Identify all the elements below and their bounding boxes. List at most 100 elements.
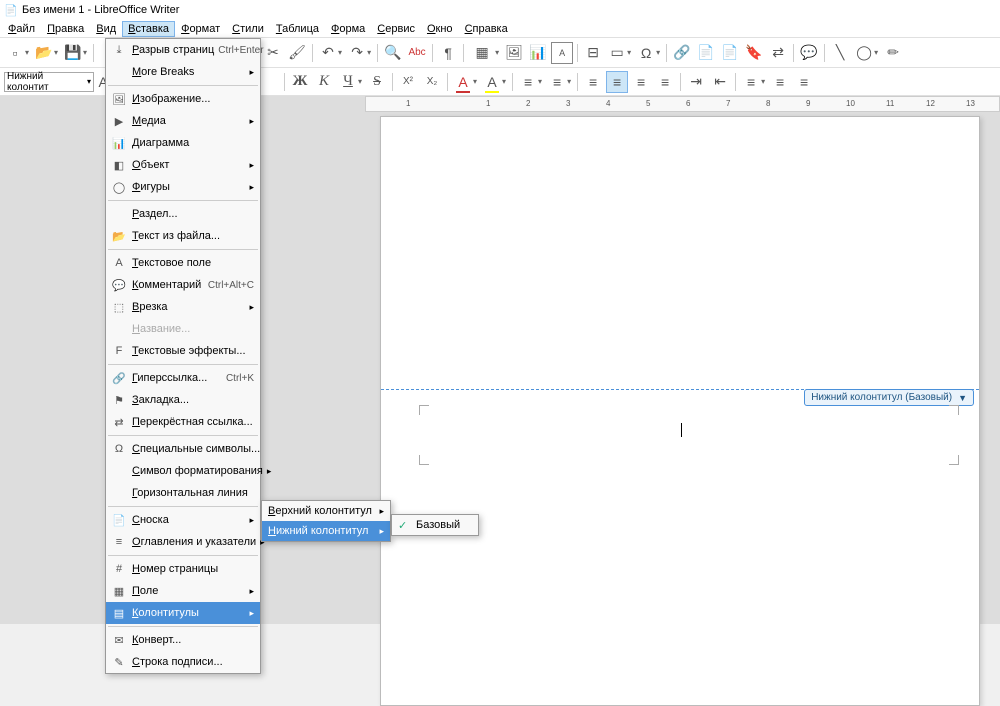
align-justify-button[interactable]: ≡ — [654, 71, 676, 93]
redo-button[interactable]: ↷ — [346, 42, 368, 64]
line-spacing-button[interactable]: ≡ — [740, 71, 762, 93]
document-page[interactable]: Нижний колонтитул (Базовый)▼ — [380, 116, 980, 706]
menu-item-конверт[interactable]: ✉Конверт... — [106, 629, 260, 651]
menu-item-сноска[interactable]: 📄Сноска▸ — [106, 509, 260, 531]
menu-форма[interactable]: Форма — [325, 21, 371, 37]
align-left-button[interactable]: ≡ — [582, 71, 604, 93]
menu-item-колонтитулы[interactable]: ▤Колонтитулы▸ — [106, 602, 260, 624]
menu-правка[interactable]: Правка — [41, 21, 90, 37]
menu-сервис[interactable]: Сервис — [371, 21, 421, 37]
strikethrough-button[interactable]: S — [366, 71, 388, 93]
menu-item-гиперссылка[interactable]: 🔗Гиперссылка...Ctrl+K — [106, 367, 260, 389]
menu-item-фигуры[interactable]: ◯Фигуры▸ — [106, 176, 260, 198]
para-spacing-dec-button[interactable]: ≡ — [793, 71, 815, 93]
menu-item-раздел[interactable]: Раздел... — [106, 203, 260, 225]
menu-item-label: Текст из файла... — [132, 230, 256, 242]
footer-margin-marker — [419, 455, 429, 465]
menu-item-morebreaks[interactable]: More Breaks▸ — [106, 61, 260, 83]
menu-item-символформатирования[interactable]: Символ форматирования▸ — [106, 460, 260, 482]
insert-hyperlink-button[interactable]: 🔗 — [671, 42, 693, 64]
text-cursor — [681, 423, 682, 437]
font-color-button[interactable]: A — [452, 71, 474, 93]
para-spacing-inc-button[interactable]: ≡ — [769, 71, 791, 93]
menu-item-разрывстраниц[interactable]: ⤓Разрыв страницCtrl+Enter — [106, 39, 260, 61]
menu-вставка[interactable]: Вставка — [122, 21, 175, 37]
menu-item-строкаподписи[interactable]: ✎Строка подписи... — [106, 651, 260, 673]
line-button[interactable]: ╲ — [829, 42, 851, 64]
paragraph-style-combo[interactable]: Нижний колонтит▾ — [4, 72, 94, 92]
menu-файл[interactable]: Файл — [2, 21, 41, 37]
menu-item-диаграмма[interactable]: 📊Диаграмма — [106, 132, 260, 154]
insert-crossref-button[interactable]: ⇄ — [767, 42, 789, 64]
format-paintbrush-button[interactable]: 🖌 — [286, 42, 308, 64]
spellcheck-button[interactable]: Abc — [406, 42, 428, 64]
insert-image-button[interactable]: 🖼 — [503, 42, 525, 64]
bullet-list-button[interactable]: ≡ — [517, 71, 539, 93]
menu-item-label: Фигуры — [132, 181, 245, 193]
underline-button[interactable]: Ч — [337, 71, 359, 93]
new-button[interactable]: ▫ — [4, 42, 26, 64]
menu-item-icon: ▶ — [110, 113, 128, 129]
insert-endnote-button[interactable]: 📄 — [719, 42, 741, 64]
submenu-item[interactable]: ✓Базовый — [392, 515, 478, 535]
menu-окно[interactable]: Окно — [421, 21, 459, 37]
menu-item-label: Диаграмма — [132, 137, 256, 149]
footer-submenu: ✓Базовый — [391, 514, 479, 536]
menu-item-закладка[interactable]: ⚑Закладка... — [106, 389, 260, 411]
undo-button[interactable]: ↶ — [317, 42, 339, 64]
insert-field-button[interactable]: ▭ — [606, 42, 628, 64]
formatting-marks-button[interactable]: ¶ — [437, 42, 459, 64]
menu-item-номерстраницы[interactable]: #Номер страницы — [106, 558, 260, 580]
bold-button[interactable]: Ж — [289, 71, 311, 93]
italic-button[interactable]: К — [313, 71, 335, 93]
draw-button[interactable]: ✏ — [882, 42, 904, 64]
menu-формат[interactable]: Формат — [175, 21, 226, 37]
menu-справка[interactable]: Справка — [459, 21, 514, 37]
menu-item-медиа[interactable]: ▶Медиа▸ — [106, 110, 260, 132]
menu-item-icon: F — [110, 343, 128, 359]
superscript-button[interactable]: X² — [397, 71, 419, 93]
align-right-button[interactable]: ≡ — [630, 71, 652, 93]
menu-item-текстовыеэффекты[interactable]: FТекстовые эффекты... — [106, 340, 260, 362]
indent-increase-button[interactable]: ⇥ — [685, 71, 707, 93]
align-center-button[interactable]: ≡ — [606, 71, 628, 93]
menu-item-поле[interactable]: ▦Поле▸ — [106, 580, 260, 602]
menu-item-перекрёстнаяссылка[interactable]: ⇄Перекрёстная ссылка... — [106, 411, 260, 433]
menu-item-label: Гиперссылка... — [132, 372, 222, 384]
insert-chart-button[interactable]: 📊 — [527, 42, 549, 64]
save-button[interactable]: 💾 — [62, 42, 84, 64]
insert-symbol-button[interactable]: Ω — [635, 42, 657, 64]
menu-item-текстовоеполе[interactable]: AТекстовое поле — [106, 252, 260, 274]
menu-item-объект[interactable]: ◧Объект▸ — [106, 154, 260, 176]
insert-pagebreak-button[interactable]: ⊟ — [582, 42, 604, 64]
menu-item-врезка[interactable]: ⬚Врезка▸ — [106, 296, 260, 318]
insert-footnote-button[interactable]: 📄 — [695, 42, 717, 64]
number-list-button[interactable]: ≡ — [546, 71, 568, 93]
menu-item-оглавленияиуказатели[interactable]: ≡Оглавления и указатели▸ — [106, 531, 260, 553]
menu-item-специальныесимволы[interactable]: ΩСпециальные символы... — [106, 438, 260, 460]
menu-item-label: Перекрёстная ссылка... — [132, 416, 256, 428]
find-button[interactable]: 🔍 — [382, 42, 404, 64]
insert-textbox-button[interactable]: A — [551, 42, 573, 64]
menu-таблица[interactable]: Таблица — [270, 21, 325, 37]
submenu-item[interactable]: Верхний колонтитул▸ — [262, 501, 390, 521]
menu-вид[interactable]: Вид — [90, 21, 122, 37]
footer-label-dropdown[interactable]: Нижний колонтитул (Базовый)▼ — [804, 389, 974, 406]
menu-item-текстизфайла[interactable]: 📂Текст из файла... — [106, 225, 260, 247]
check-icon: ✓ — [398, 519, 412, 532]
menu-item-изображение[interactable]: 🖼Изображение... — [106, 88, 260, 110]
highlight-button[interactable]: A — [481, 71, 503, 93]
menu-bar: ФайлПравкаВидВставкаФорматСтилиТаблицаФо… — [0, 20, 1000, 38]
submenu-item[interactable]: Нижний колонтитул▸ — [262, 521, 390, 541]
menu-item-горизонтальнаялиния[interactable]: Горизонтальная линия — [106, 482, 260, 504]
indent-decrease-button[interactable]: ⇤ — [709, 71, 731, 93]
horizontal-ruler[interactable]: 112345678910111213 — [365, 96, 1000, 112]
menu-стили[interactable]: Стили — [226, 21, 270, 37]
insert-table-button[interactable]: ▦ — [468, 42, 496, 64]
subscript-button[interactable]: X₂ — [421, 71, 443, 93]
open-button[interactable]: 📂 — [33, 42, 55, 64]
insert-comment-button[interactable]: 💬 — [798, 42, 820, 64]
shapes-button[interactable]: ◯ — [853, 42, 875, 64]
menu-item-комментарий[interactable]: 💬КомментарийCtrl+Alt+C — [106, 274, 260, 296]
insert-bookmark-button[interactable]: 🔖 — [743, 42, 765, 64]
